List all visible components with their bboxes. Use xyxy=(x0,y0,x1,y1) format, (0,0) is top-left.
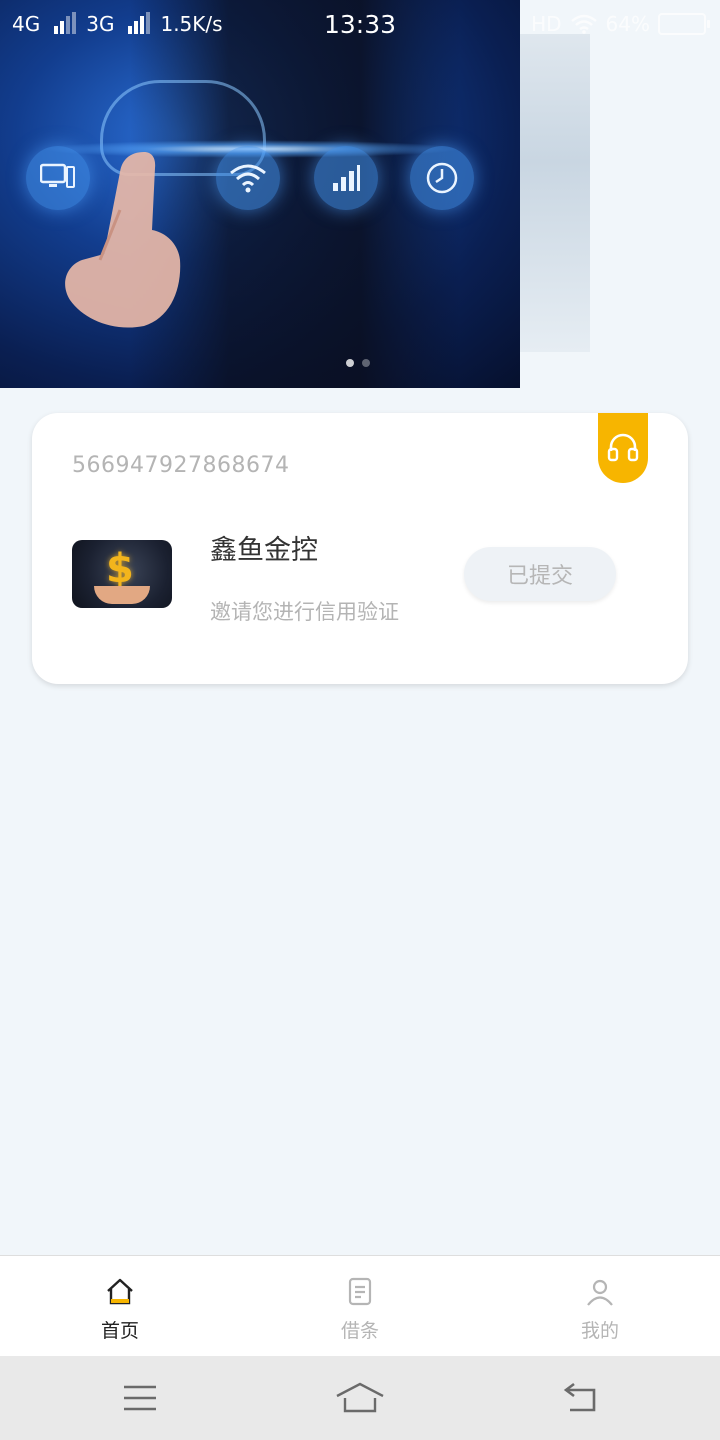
invitation-description: 邀请您进行信用验证 xyxy=(210,600,399,624)
system-back-button[interactable] xyxy=(550,1376,610,1420)
wifi-icon xyxy=(216,146,280,210)
tab-mine[interactable]: 我的 xyxy=(480,1256,720,1357)
card-id-number: 566947927868674 xyxy=(72,453,290,478)
customer-service-tag[interactable] xyxy=(598,413,648,483)
submitted-status-button[interactable]: 已提交 xyxy=(464,547,616,601)
menu-icon xyxy=(124,1385,156,1411)
banner-carousel[interactable] xyxy=(0,0,520,388)
wifi-status-icon xyxy=(570,14,597,34)
tab-home-label: 首页 xyxy=(100,1320,139,1342)
signal-bars-icon xyxy=(314,146,378,210)
status-bar: 4G 3G 1.5K/s 13:33 HD 64% xyxy=(0,0,720,50)
battery-icon xyxy=(658,13,710,35)
home-icon xyxy=(107,1278,133,1305)
back-icon xyxy=(563,1382,596,1412)
system-navigation-bar xyxy=(0,1356,720,1440)
bottom-tab-bar: 首页 借条 我的 xyxy=(0,1255,720,1357)
system-home-button[interactable] xyxy=(330,1376,390,1420)
credit-invitation-card[interactable]: 566947927868674 $ 鑫鱼金控 邀请您进行信用验证 已提交 xyxy=(32,413,688,684)
carousel-indicator xyxy=(346,359,370,367)
home-outline-icon xyxy=(336,1382,384,1413)
app-name: 鑫鱼金控 xyxy=(210,535,318,566)
banner-next-slide-preview[interactable] xyxy=(520,34,590,352)
tab-mine-label: 我的 xyxy=(580,1320,619,1342)
menu-button[interactable] xyxy=(110,1376,170,1420)
carousel-dot-active xyxy=(346,359,354,367)
headset-icon xyxy=(607,433,639,462)
carousel-dot xyxy=(362,359,370,367)
app-logo: $ xyxy=(72,540,172,608)
tab-home[interactable]: 首页 xyxy=(0,1256,240,1357)
battery-percent: 64% xyxy=(605,12,650,36)
document-icon xyxy=(348,1277,372,1306)
user-icon xyxy=(587,1279,613,1306)
hd-indicator: HD xyxy=(531,12,562,36)
clock-icon xyxy=(410,146,474,210)
tab-iou[interactable]: 借条 xyxy=(240,1256,480,1357)
tab-iou-label: 借条 xyxy=(340,1320,379,1342)
pointing-hand-image xyxy=(65,152,181,328)
